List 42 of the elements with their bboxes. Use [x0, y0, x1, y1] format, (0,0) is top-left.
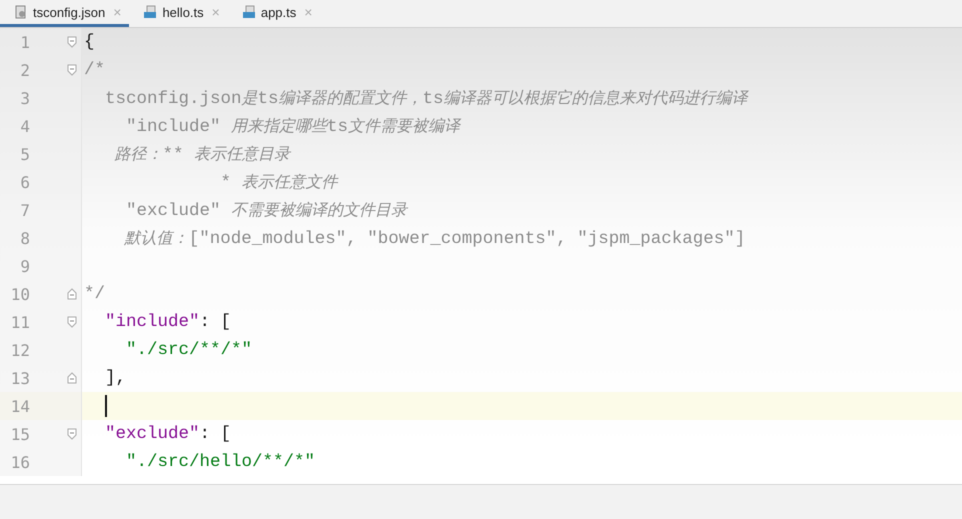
line-number: 7: [19, 200, 30, 220]
line-number: 4: [19, 116, 30, 136]
code-line: {: [84, 32, 95, 52]
line-number: 6: [19, 172, 30, 192]
line-number: 2: [19, 60, 30, 80]
line-number: 14: [10, 396, 30, 416]
fold-icon[interactable]: [67, 64, 77, 76]
line-number: 9: [19, 256, 30, 276]
line-number: 15: [10, 424, 30, 444]
fold-icon[interactable]: [67, 36, 77, 48]
line-number: 8: [19, 228, 30, 248]
code-line: "include": [: [104, 312, 232, 332]
code-line: "exclude": [: [104, 424, 232, 444]
line-number: 3: [19, 88, 30, 108]
code-line: tsconfig.json是ts编译器的配置文件，ts编译器可以根据它的信息来对代码进行编译: [104, 88, 748, 108]
file-tab[interactable]: hello.ts ×: [129, 0, 228, 27]
code-line: "include" 用来指定哪些ts文件需要被编译: [125, 116, 460, 136]
line-number: 13: [10, 368, 30, 388]
fold-end-icon[interactable]: [67, 288, 77, 300]
code-line: "./src/**/*": [125, 340, 252, 360]
code-line: 默认值：["node_modules", "bower_components", "jspm_packages"]: [123, 228, 746, 248]
typescript-file-icon: [242, 5, 256, 19]
line-number: 10: [10, 284, 30, 304]
code-line: * 表示任意文件: [220, 172, 338, 192]
fold-end-icon[interactable]: [67, 372, 77, 384]
code-line: "exclude" 不需要被编译的文件目录: [125, 200, 408, 220]
line-number: 16: [10, 452, 30, 472]
line-number: 5: [19, 144, 30, 164]
fold-icon[interactable]: [67, 428, 77, 440]
line-number: 12: [10, 340, 30, 360]
file-tab[interactable]: app.ts ×: [228, 0, 320, 27]
text-cursor: [105, 395, 107, 417]
code-line: /*: [84, 60, 106, 80]
settings-file-icon: [14, 5, 28, 19]
code-line: "./src/hello/**/*": [125, 452, 316, 472]
fold-icon[interactable]: [67, 316, 77, 328]
code-line: ],: [104, 368, 126, 388]
code-line: 路径：** 表示任意目录: [114, 144, 290, 164]
line-number: 1: [19, 32, 30, 52]
code-line: */: [84, 284, 106, 304]
line-number: 11: [10, 312, 30, 332]
typescript-file-icon: [143, 5, 158, 19]
